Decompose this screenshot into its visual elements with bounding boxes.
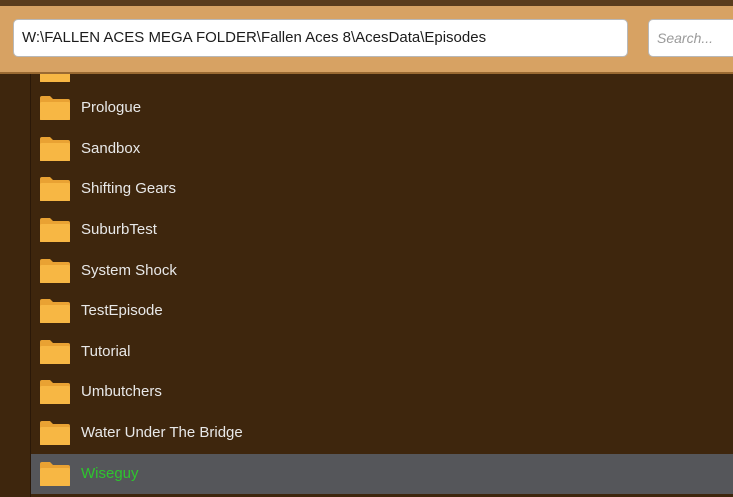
list-item[interactable]: Prologue [31,88,733,128]
folder-label: Wiseguy [81,465,139,482]
folder-icon [40,74,70,82]
folder-label: Shifting Gears [81,180,177,197]
folder-label: Umbutchers [81,383,162,400]
folder-icon [40,299,70,323]
folder-icon [40,218,70,242]
list-item[interactable]: Sandbox [31,129,733,169]
folder-label: SuburbTest [81,221,157,238]
list-item[interactable]: TestEpisode [31,291,733,331]
path-input[interactable]: W:\FALLEN ACES MEGA FOLDER\Fallen Aces 8… [13,19,628,57]
folder-label: System Shock [81,262,177,279]
folder-label: Prologue [81,99,142,116]
folder-icon [40,259,70,283]
path-header: W:\FALLEN ACES MEGA FOLDER\Fallen Aces 8… [0,6,733,74]
folder-icon [40,421,70,445]
folder-icon [40,96,70,120]
list-item[interactable]: Shifting Gears [31,169,733,209]
folder-icon [40,137,70,161]
list-item[interactable]: SuburbTest [31,210,733,250]
list-item[interactable]: Water Under The Bridge [31,413,733,453]
folder-icon [40,177,70,201]
list-item[interactable]: System Shock [31,251,733,291]
folder-list[interactable]: Prologue Sandbox Shifting Gears SuburbTe… [0,74,733,497]
folder-icon [40,462,70,486]
list-item-selected[interactable]: Wiseguy [31,454,733,494]
list-item[interactable]: Tutorial [31,332,733,372]
folder-label: Water Under The Bridge [81,424,243,441]
folder-label: Sandbox [81,140,141,157]
search-input[interactable]: Search... [648,19,733,57]
folder-icon [40,380,70,404]
folder-label: TestEpisode [81,302,163,319]
list-item[interactable]: Umbutchers [31,372,733,412]
folder-icon [40,340,70,364]
folder-label: Tutorial [81,343,131,360]
